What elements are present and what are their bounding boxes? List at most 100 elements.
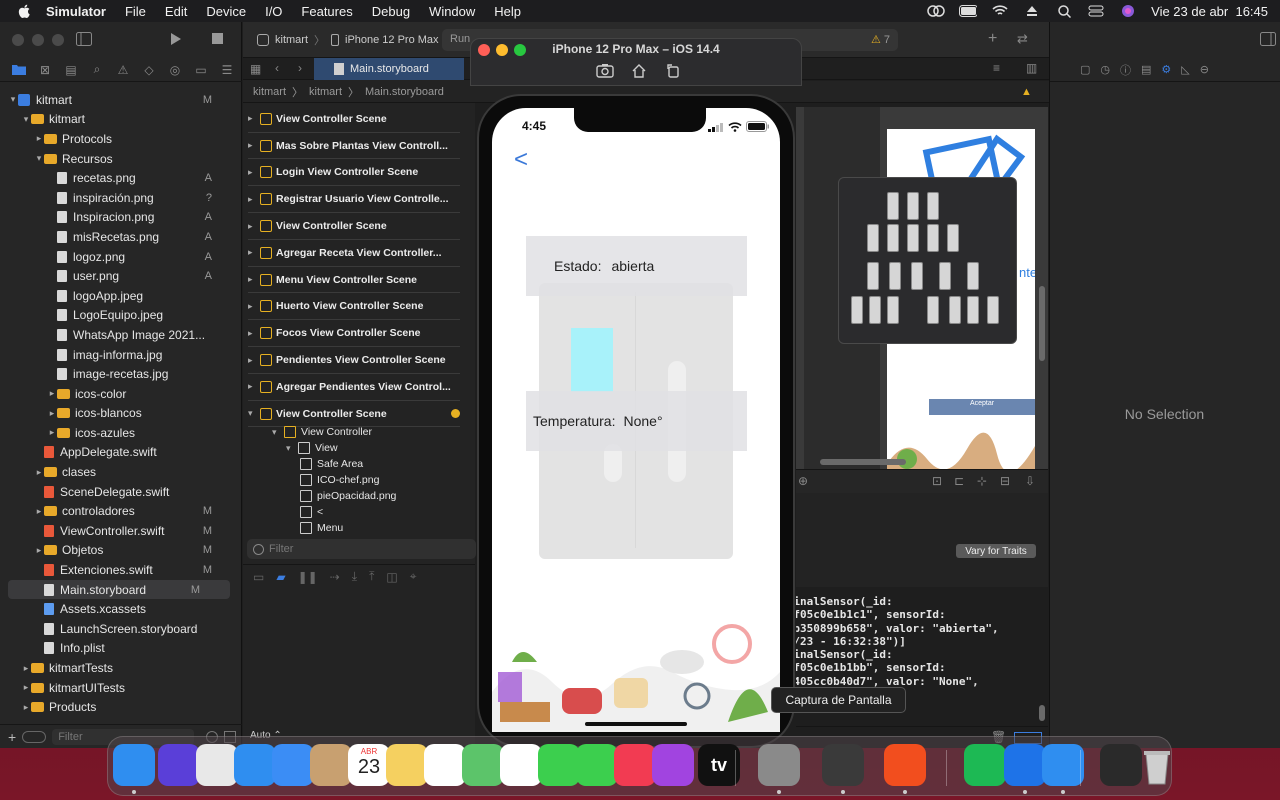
scene-thumbnail[interactable] <box>867 224 879 252</box>
navigator-item[interactable]: ▾ Recursos <box>0 149 242 169</box>
navigator-item[interactable]: ViewController.swift M <box>0 521 242 541</box>
disclosure-closed-icon[interactable]: ▸ <box>248 328 253 339</box>
jumpbar-file[interactable]: Main.storyboard <box>365 86 444 98</box>
navigator-item[interactable]: ▸ kitmartTests <box>0 658 242 678</box>
file-inspector-icon[interactable]: ▢ <box>1080 63 1090 76</box>
breakpoints-toggle-icon[interactable]: ▰ <box>276 570 285 584</box>
find-icon[interactable]: ⌕ <box>84 60 110 80</box>
filter-options-icon[interactable] <box>22 730 47 743</box>
disclosure-closed-icon[interactable]: ▸ <box>248 381 253 392</box>
mail-icon[interactable] <box>272 744 314 786</box>
preview-button-label[interactable]: Aceptar <box>929 400 1035 407</box>
podcasts-icon[interactable] <box>652 744 694 786</box>
safari-icon[interactable] <box>234 744 276 786</box>
simulator-icon[interactable] <box>1042 744 1084 786</box>
tv-icon[interactable]: tv <box>698 744 740 786</box>
home-icon[interactable] <box>630 62 648 78</box>
navigator-item[interactable]: ▸ Products <box>0 697 242 717</box>
zoom-icon[interactable]: ⊕ <box>798 474 808 488</box>
disclosure-open-icon[interactable]: ▾ <box>286 443 298 454</box>
scene-item[interactable]: ▸ Menu View Controller Scene <box>248 267 460 294</box>
rotate-icon[interactable] <box>664 62 682 78</box>
menu-edit[interactable]: Edit <box>165 4 187 19</box>
disclosure-closed-icon[interactable]: ▸ <box>248 167 253 178</box>
scene-thumbnail[interactable] <box>907 224 919 252</box>
console-scrollbar[interactable] <box>1039 705 1045 721</box>
outline-item[interactable]: Safe Area <box>300 456 363 472</box>
jumpbar-folder[interactable]: kitmart <box>309 86 342 98</box>
canvas-vscrollbar[interactable] <box>1039 286 1045 361</box>
source-control-icon[interactable]: ⊠ <box>32 60 58 80</box>
vary-for-traits-button[interactable]: Vary for Traits <box>956 544 1036 558</box>
run-button[interactable] <box>170 32 182 49</box>
navigator-item[interactable]: ▸ icos-azules <box>0 423 242 443</box>
disclosure-open-icon[interactable]: ▾ <box>8 94 18 105</box>
disclosure-closed-icon[interactable]: ▸ <box>34 467 44 478</box>
scene-item[interactable]: ▸ Login View Controller Scene <box>248 160 460 187</box>
scheme-selector[interactable]: kitmart 〉 iPhone 12 Pro Max <box>257 32 439 48</box>
canvas-scrollbar[interactable] <box>820 459 906 465</box>
navigator-item[interactable]: Extenciones.swift M <box>0 560 242 580</box>
symbol-icon[interactable]: ▤ <box>58 60 84 80</box>
navigator-item[interactable]: SceneDelegate.swift <box>0 482 242 502</box>
pause-icon[interactable]: ❚❚ <box>298 570 318 584</box>
navigator-item[interactable]: inspiración.png? <box>0 188 242 208</box>
scene-item[interactable]: ▸ View Controller Scene <box>248 213 460 240</box>
scene-thumbnail[interactable] <box>867 262 879 290</box>
disclosure-closed-icon[interactable]: ▸ <box>47 427 57 438</box>
embed-icon[interactable]: ⇩ <box>1025 474 1035 488</box>
navigator-item[interactable]: logoz.png A <box>0 247 242 267</box>
scene-thumbnail[interactable] <box>869 296 881 324</box>
align-icon[interactable]: ⊏ <box>954 474 964 488</box>
stop-button[interactable] <box>212 33 223 47</box>
trash-icon[interactable] <box>1136 744 1178 786</box>
outline-item[interactable]: pieOpacidad.png <box>300 488 396 504</box>
menu-help[interactable]: Help <box>494 4 521 19</box>
creative-cloud-icon[interactable] <box>927 4 945 18</box>
forward-icon[interactable]: › <box>298 61 302 75</box>
update-frames-icon[interactable]: ⊡ <box>932 474 942 488</box>
system-preferences-icon[interactable] <box>758 744 800 786</box>
battery-icon[interactable] <box>959 4 978 18</box>
navigator-item[interactable]: Assets.xcassets <box>0 599 242 619</box>
scene-item[interactable]: ▸ View Controller Scene <box>248 106 460 133</box>
screenshot-icon[interactable] <box>822 744 864 786</box>
siri-icon[interactable] <box>1119 4 1137 18</box>
disclosure-open-icon[interactable]: ▾ <box>248 408 253 419</box>
disclosure-closed-icon[interactable]: ▸ <box>34 545 44 556</box>
menubar-clock[interactable]: Vie 23 de abr 16:45 <box>1151 4 1268 19</box>
outline-item[interactable]: < <box>300 504 323 520</box>
navigator-item[interactable]: user.png A <box>0 266 242 286</box>
disclosure-closed-icon[interactable]: ▸ <box>21 702 31 713</box>
step-over-icon[interactable]: ⇢ <box>330 570 340 584</box>
scene-thumbnail[interactable] <box>949 296 961 324</box>
scene-thumbnail[interactable] <box>889 262 901 290</box>
lines-icon[interactable]: ≡ <box>993 61 1000 75</box>
scene-thumbnail[interactable] <box>967 296 979 324</box>
xcode-icon[interactable] <box>1004 744 1046 786</box>
navigator-item[interactable]: ▸ icos-color <box>0 384 242 404</box>
hide-debug-icon[interactable]: ▭ <box>253 570 264 584</box>
scene-item[interactable]: ▸ Huerto View Controller Scene <box>248 294 460 321</box>
siri-icon[interactable] <box>158 744 200 786</box>
screenshot-icon[interactable] <box>596 62 614 78</box>
finder-icon[interactable] <box>113 744 155 786</box>
connections-inspector-icon[interactable]: ⊖ <box>1200 63 1209 76</box>
minimize-button[interactable] <box>32 34 44 46</box>
menu-debug[interactable]: Debug <box>372 4 410 19</box>
disclosure-open-icon[interactable]: ▾ <box>34 153 44 164</box>
calendar-icon[interactable]: ABR 23 <box>348 744 390 786</box>
jumpbar-warning-icon[interactable]: ▲ <box>1021 86 1032 98</box>
navigator-item[interactable]: logoApp.jpeg <box>0 286 242 306</box>
disclosure-closed-icon[interactable]: ▸ <box>248 113 253 124</box>
zoom-button[interactable] <box>52 34 64 46</box>
navigator-item[interactable]: LogoEquipo.jpeg <box>0 306 242 326</box>
scene-item[interactable]: ▸ Focos View Controller Scene <box>248 320 460 348</box>
navigator-item[interactable]: misRecetas.png A <box>0 227 242 247</box>
issue-icon[interactable]: ⚠ <box>110 60 136 80</box>
control-center-icon[interactable] <box>1087 4 1105 18</box>
menu-app-name[interactable]: Simulator <box>46 4 106 19</box>
menu-window[interactable]: Window <box>429 4 475 19</box>
disclosure-closed-icon[interactable]: ▸ <box>34 506 44 517</box>
step-in-icon[interactable]: ⤓ <box>352 569 357 584</box>
